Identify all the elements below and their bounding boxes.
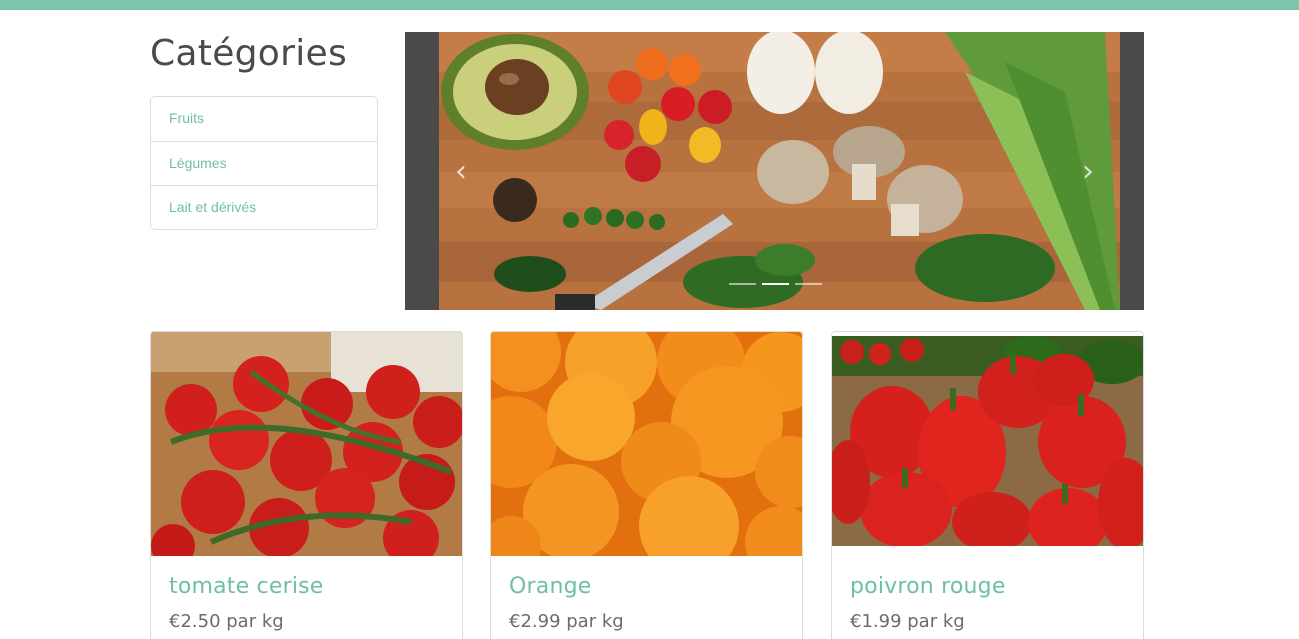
product-title[interactable]: Orange: [509, 574, 592, 599]
category-item-legumes[interactable]: Légumes: [151, 141, 377, 185]
product-image-peppers[interactable]: [832, 332, 1143, 556]
product-price: €2.50 par kg: [169, 611, 284, 632]
carousel-prev-button[interactable]: ‹: [441, 152, 481, 192]
chevron-right-icon: ›: [1082, 154, 1094, 189]
product-title[interactable]: poivron rouge: [850, 574, 1006, 599]
carousel-indicator-1[interactable]: [729, 283, 756, 285]
hero-carousel: ‹ ›: [405, 32, 1144, 310]
category-item-lait[interactable]: Lait et dérivés: [151, 185, 377, 229]
product-price: €2.99 par kg: [509, 611, 624, 632]
category-list: Fruits Légumes Lait et dérivés: [150, 96, 378, 230]
carousel-indicators: [729, 283, 822, 287]
product-card[interactable]: poivron rouge €1.99 par kg: [831, 331, 1144, 639]
product-image-tomatoes[interactable]: [151, 332, 462, 556]
carousel-indicator-2[interactable]: [762, 283, 789, 285]
product-price: €1.99 par kg: [850, 611, 965, 632]
cutting-board-image: [405, 32, 1144, 310]
carousel-next-button[interactable]: ›: [1068, 152, 1108, 192]
product-title[interactable]: tomate cerise: [169, 574, 324, 599]
product-image-oranges[interactable]: [491, 332, 802, 556]
chevron-left-icon: ‹: [455, 154, 467, 189]
top-accent-bar: [0, 0, 1299, 10]
category-item-fruits[interactable]: Fruits: [151, 97, 377, 141]
carousel-indicator-3[interactable]: [795, 283, 822, 285]
categories-heading: Catégories: [150, 33, 348, 74]
product-card[interactable]: Orange €2.99 par kg: [490, 331, 803, 639]
product-card[interactable]: tomate cerise €2.50 par kg: [150, 331, 463, 639]
